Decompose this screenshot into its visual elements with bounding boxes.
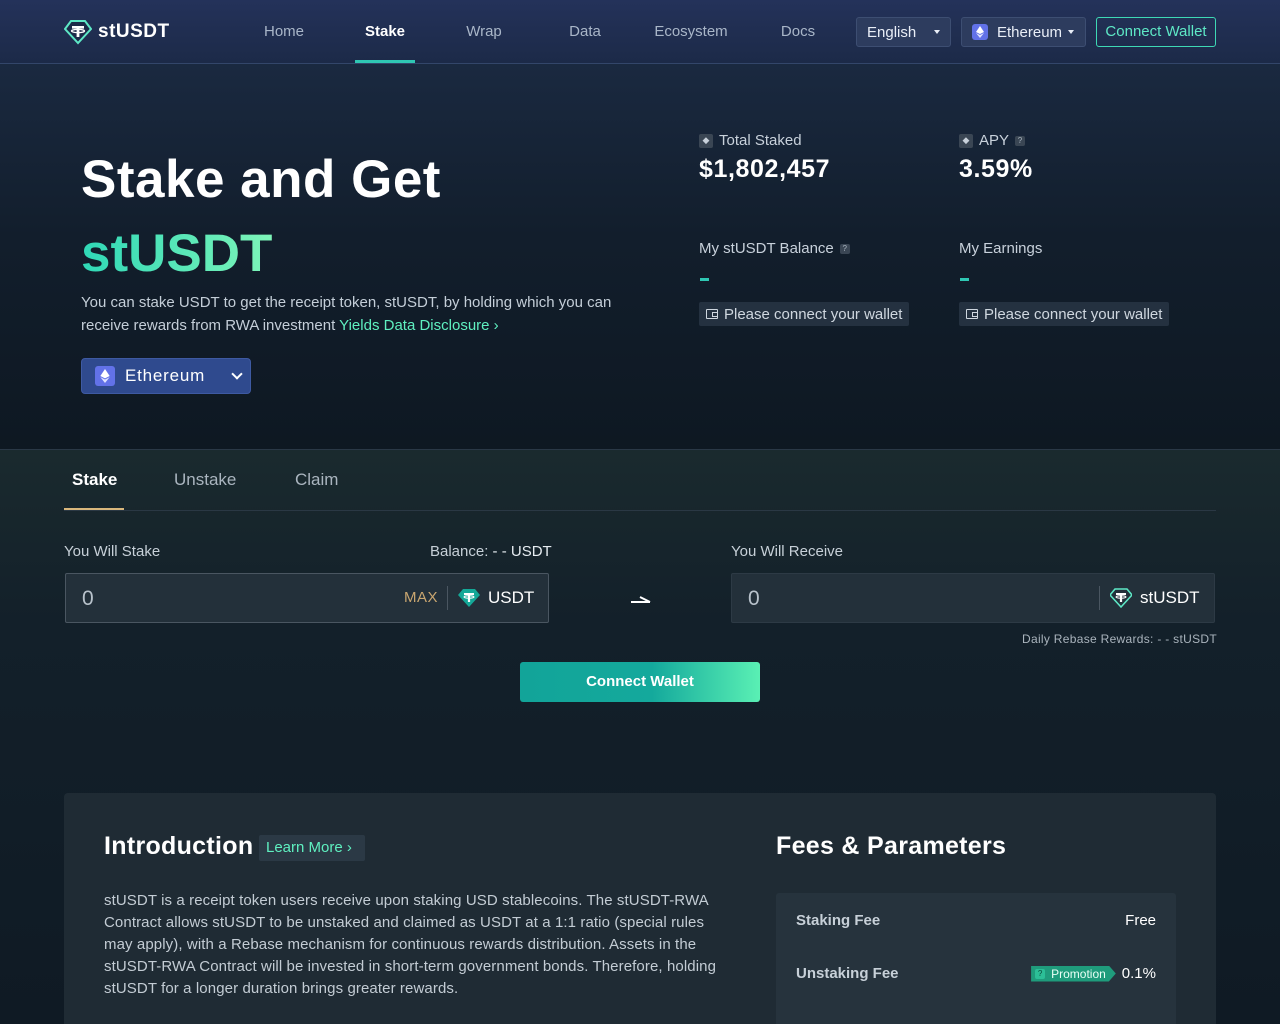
earnings-label: My Earnings (959, 240, 1042, 257)
chevron-right-icon: › (493, 317, 499, 334)
apy-text: APY (979, 132, 1010, 149)
tab-unstake[interactable]: Unstake (174, 470, 236, 490)
chain-selector-button[interactable]: Ethereum (81, 358, 251, 394)
help-icon[interactable]: ? (1035, 969, 1045, 979)
total-staked-label: ◆ Total Staked (699, 132, 802, 149)
staking-fee-label: Staking Fee (796, 912, 881, 929)
network-select[interactable]: Ethereum (961, 17, 1086, 47)
stusdt-token-icon (1110, 588, 1132, 609)
receive-token: stUSDT (1110, 587, 1200, 609)
total-staked-text: Total Staked (719, 132, 802, 149)
chevron-down-icon (231, 368, 243, 380)
stusdt-balance-text: My stUSDT Balance (699, 240, 834, 257)
usdt-token-icon (458, 589, 480, 607)
promotion-badge: ? Promotion (1031, 966, 1116, 982)
tether-logo-icon (64, 20, 92, 45)
yields-disclosure-label: Yields Data Disclosure (339, 317, 490, 334)
balance-value: - - USDT (492, 543, 552, 560)
earnings-text: My Earnings (959, 240, 1043, 257)
balance-readout: Balance: - - USDT (430, 543, 552, 560)
unstaking-fee-row: Unstaking Fee ? Promotion 0.1% (796, 965, 1156, 982)
receive-amount-value: 0 (748, 587, 760, 610)
unstaking-fee-label: Unstaking Fee (796, 965, 899, 982)
stake-token: USDT (458, 587, 534, 609)
top-nav: stUSDT Home Stake Wrap Data Ecosystem Do… (0, 0, 1280, 64)
daily-rebase-rewards: Daily Rebase Rewards: - - stUSDT (1022, 632, 1217, 646)
stake-amount-value: 0 (82, 587, 94, 610)
input-divider (1099, 586, 1100, 610)
staking-fee-row: Staking Fee Free (796, 912, 1156, 929)
help-icon[interactable]: ? (839, 243, 850, 254)
yields-disclosure-link[interactable]: Yields Data Disclosure › (339, 317, 499, 334)
unstaking-fee-value: 0.1% (1121, 965, 1156, 982)
stake-token-label: USDT (488, 588, 535, 607)
promotion-label: Promotion (1051, 966, 1106, 981)
tab-divider (64, 510, 1216, 511)
stake-amount-input[interactable]: 0 MAX USDT (65, 573, 549, 623)
staking-fee-value: Free (1125, 912, 1156, 929)
arrow-right-icon (631, 596, 651, 603)
max-button[interactable]: MAX (404, 589, 438, 606)
nav-stake[interactable]: Stake (355, 0, 415, 64)
ethereum-icon: ◆ (699, 133, 713, 148)
network-label: Ethereum (997, 23, 1063, 41)
nav-docs[interactable]: Docs (768, 0, 828, 64)
connect-wallet-nav-button[interactable]: Connect Wallet (1096, 17, 1216, 47)
apy-label: ◆ APY ? (959, 132, 1026, 149)
receive-amount-label: You Will Receive (731, 543, 843, 560)
wallet-icon (966, 309, 978, 319)
balance-placeholder-dash (700, 278, 709, 281)
nav-wrap[interactable]: Wrap (454, 0, 514, 64)
fees-title: Fees & Parameters (776, 832, 1007, 860)
unstaking-fee-value-group: ? Promotion 0.1% (1031, 965, 1156, 982)
receive-amount-output: 0 stUSDT (731, 573, 1215, 623)
wallet-icon (706, 309, 718, 319)
learn-more-label: Learn More (266, 839, 343, 856)
logo-text: stUSDT (98, 21, 170, 42)
apy-value: 3.59% (959, 155, 1033, 183)
earnings-connect-prompt[interactable]: Please connect your wallet (959, 302, 1170, 326)
stake-amount-label: You Will Stake (64, 543, 161, 560)
introduction-text: stUSDT is a receipt token users receive … (104, 892, 717, 997)
nav-ecosystem[interactable]: Ecosystem (646, 0, 736, 64)
nav-home[interactable]: Home (254, 0, 314, 64)
logo[interactable]: stUSDT (64, 18, 170, 46)
connect-wallet-button[interactable]: Connect Wallet (520, 662, 760, 702)
tab-active-indicator (64, 508, 124, 510)
chain-selector-label: Ethereum (125, 366, 206, 385)
ethereum-icon: ◆ (959, 133, 973, 148)
total-staked-value: $1,802,457 (699, 155, 831, 183)
introduction-title: Introduction (104, 832, 254, 860)
caret-down-icon (934, 30, 941, 34)
tab-stake[interactable]: Stake (72, 470, 117, 490)
chevron-right-icon: › (346, 839, 352, 856)
hero-title: Stake and Get (81, 150, 441, 209)
balance-connect-text: Please connect your wallet (724, 305, 903, 323)
ethereum-icon (95, 366, 115, 386)
earnings-placeholder-dash (960, 278, 969, 281)
language-select[interactable]: English (856, 17, 951, 47)
caret-down-icon (1068, 30, 1075, 34)
balance-label: Balance: (430, 543, 489, 560)
hero-description: You can stake USDT to get the receipt to… (81, 291, 641, 337)
hero-token: stUSDT (81, 224, 273, 283)
nav-data[interactable]: Data (555, 0, 615, 64)
nav-active-indicator (355, 60, 415, 63)
earnings-connect-text: Please connect your wallet (984, 305, 1163, 323)
language-label: English (867, 23, 917, 41)
learn-more-button[interactable]: Learn More › (259, 835, 365, 861)
balance-connect-prompt[interactable]: Please connect your wallet (699, 302, 910, 326)
ethereum-icon (972, 24, 988, 40)
tab-claim[interactable]: Claim (295, 470, 338, 490)
help-icon[interactable]: ? (1015, 135, 1026, 146)
receive-token-label: stUSDT (1140, 588, 1200, 607)
stusdt-balance-label: My stUSDT Balance ? (699, 240, 850, 257)
input-divider (447, 586, 448, 610)
